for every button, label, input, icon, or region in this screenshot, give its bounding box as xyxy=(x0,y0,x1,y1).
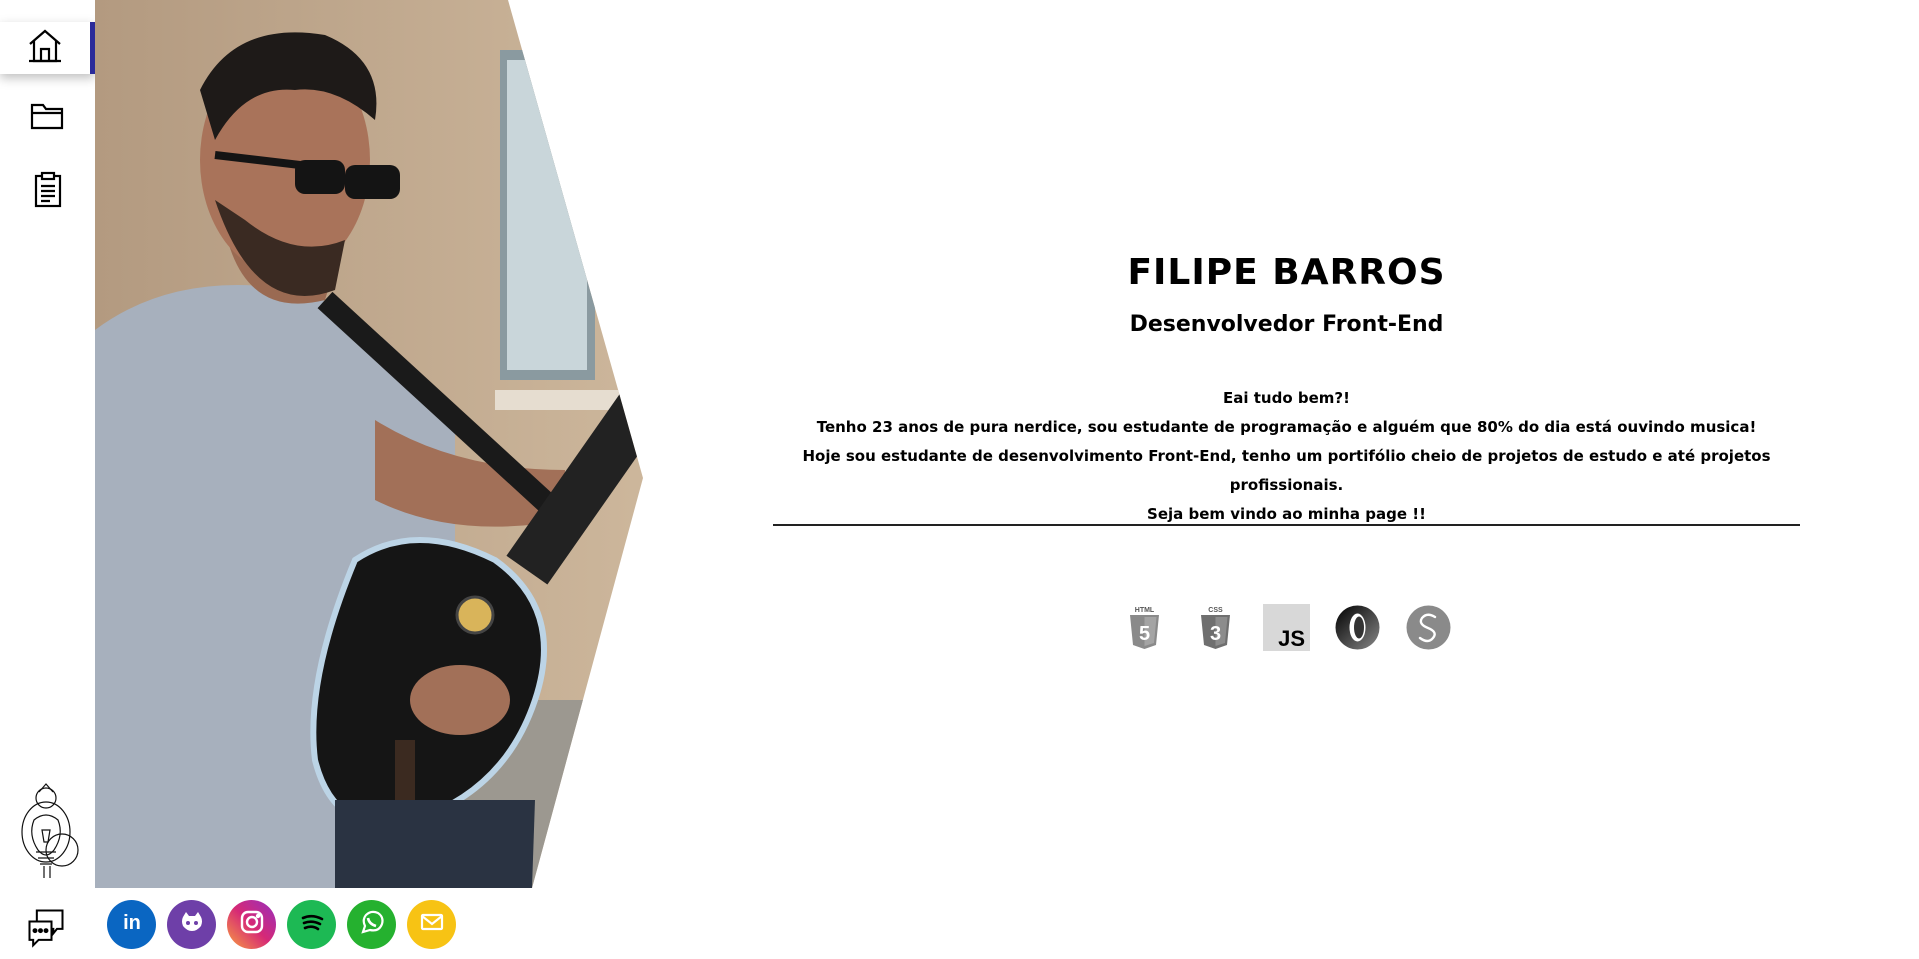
svg-text:in: in xyxy=(123,912,141,934)
html5-icon: HTML 5 xyxy=(1121,604,1168,651)
instagram-icon xyxy=(237,907,267,942)
page-root: in FILIPE BARROS Desenvolvedor Front-End… xyxy=(0,0,1919,959)
intro-text: Eai tudo bem?! Tenho 23 anos de pura ner… xyxy=(773,384,1800,529)
spotify-icon xyxy=(297,907,327,942)
main-content: FILIPE BARROS Desenvolvedor Front-End Ea… xyxy=(773,0,1800,959)
github-icon xyxy=(177,907,207,942)
folder-icon xyxy=(28,96,68,140)
profile-role: Desenvolvedor Front-End xyxy=(1129,312,1444,337)
sidebar xyxy=(0,0,95,959)
intro-line: Eai tudo bem?! xyxy=(1223,389,1350,407)
email-button[interactable] xyxy=(407,900,456,949)
css3-icon: CSS 3 xyxy=(1192,604,1239,651)
spotify-button[interactable] xyxy=(287,900,336,949)
nav-projects-button[interactable] xyxy=(0,92,95,144)
json-icon xyxy=(1334,604,1381,651)
sketch-logo-icon xyxy=(14,780,84,880)
linkedin-button[interactable]: in xyxy=(107,900,156,949)
social-links: in xyxy=(107,900,456,950)
chat-bubbles-icon xyxy=(24,905,68,953)
svg-text:CSS: CSS xyxy=(1208,607,1223,614)
profile-name: FILIPE BARROS xyxy=(1127,252,1446,293)
intro-line: Hoje sou estudante de desenvolvimento Fr… xyxy=(802,447,1771,494)
svg-text:HTML: HTML xyxy=(1135,607,1155,614)
github-button[interactable] xyxy=(167,900,216,949)
home-icon xyxy=(25,26,65,70)
whatsapp-button[interactable] xyxy=(347,900,396,949)
envelope-icon xyxy=(417,907,447,942)
svg-text:5: 5 xyxy=(1139,623,1150,645)
nav-resume-button[interactable] xyxy=(0,166,95,218)
clipboard-icon xyxy=(28,170,68,214)
svg-text:3: 3 xyxy=(1210,623,1221,645)
divider xyxy=(773,524,1800,526)
whatsapp-icon xyxy=(357,907,387,942)
nav-home-button[interactable] xyxy=(0,22,95,74)
linkedin-icon: in xyxy=(117,907,147,942)
intro-line: Tenho 23 anos de pura nerdice, sou estud… xyxy=(816,418,1757,436)
tech-stack: HTML 5 CSS 3 JS xyxy=(773,604,1800,651)
svg-text:JS: JS xyxy=(1278,626,1305,651)
instagram-button[interactable] xyxy=(227,900,276,949)
styled-components-icon xyxy=(1405,604,1452,651)
javascript-icon: JS xyxy=(1263,604,1310,651)
profile-photo xyxy=(95,0,655,888)
contact-button[interactable] xyxy=(22,905,70,953)
